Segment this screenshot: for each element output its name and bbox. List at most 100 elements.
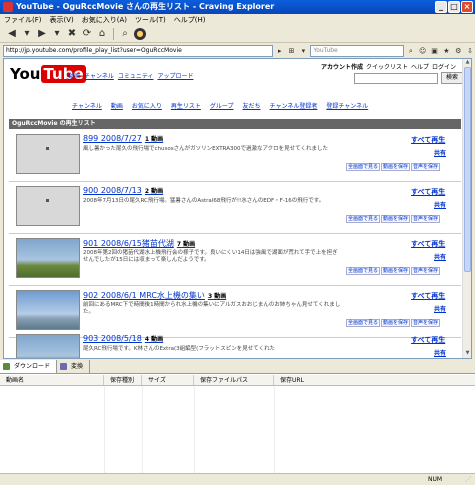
nav-videos[interactable]: 動画: [68, 71, 80, 80]
create-account-link[interactable]: アカウント作成: [321, 62, 363, 71]
subnav-subscribers[interactable]: チャンネル登録者: [270, 101, 318, 110]
playlist-title-link[interactable]: 903 2008/5/18 4 動画: [83, 334, 163, 343]
settings-icon[interactable]: ⚙: [453, 46, 463, 56]
playlist-item: 903 2008/5/18 4 動画 尾久RC飛行場です。K林さんのExtra(3…: [9, 331, 461, 358]
video-thumbnail[interactable]: [16, 334, 80, 358]
playlist-title-link[interactable]: 901 2008/6/15猪苗代湖 7 動画: [83, 238, 195, 249]
favorite-icon[interactable]: ★: [441, 46, 451, 56]
menu-tools[interactable]: ツール(T): [135, 14, 166, 26]
playlist-title-link[interactable]: 899 2008/7/27 1 動画: [83, 134, 163, 143]
site-search-button[interactable]: 検索: [441, 72, 463, 84]
column-save-type[interactable]: 保存種別: [104, 375, 142, 385]
menu-view[interactable]: 表示(V): [50, 14, 74, 26]
app-icon: [3, 2, 13, 12]
feed-icon[interactable]: ⊞: [287, 46, 297, 56]
dropdown-icon[interactable]: ▾: [51, 28, 63, 40]
save-audio-button[interactable]: 音声を保存: [411, 267, 441, 275]
go-icon[interactable]: ▸: [275, 46, 285, 56]
save-video-button[interactable]: 動画を保存: [381, 215, 411, 223]
nav-community[interactable]: コミュニティ: [118, 71, 154, 80]
user-icon[interactable]: ☺: [418, 46, 428, 56]
nav-channels[interactable]: チャンネル: [84, 71, 114, 80]
subnav-channel[interactable]: チャンネル: [72, 101, 102, 110]
video-thumbnail[interactable]: [16, 290, 80, 330]
play-all-link[interactable]: すべて再生: [411, 135, 445, 145]
column-size[interactable]: サイズ: [142, 375, 194, 385]
browser-content: You Tube 動画 チャンネル コミュニティ アップロード アカウント作成 ク…: [3, 58, 472, 359]
nav-upload[interactable]: アップロード: [157, 71, 193, 80]
subnav-friends[interactable]: 友だち: [243, 101, 261, 110]
video-thumbnail[interactable]: [16, 134, 80, 174]
stop-icon[interactable]: ✖: [66, 28, 78, 40]
subnav-favorites[interactable]: お気に入り: [132, 101, 162, 110]
subnav-videos[interactable]: 動画: [111, 101, 123, 110]
share-link[interactable]: 共有: [434, 252, 446, 261]
column-video-name[interactable]: 動画名: [0, 375, 104, 385]
site-search-input[interactable]: [354, 73, 438, 84]
quicklist-link[interactable]: クイックリスト: [366, 62, 408, 71]
share-link[interactable]: 共有: [434, 200, 446, 209]
play-all-link[interactable]: すべて再生: [411, 291, 445, 301]
tab-download[interactable]: ダウンロード: [0, 360, 58, 373]
search-icon[interactable]: ⌕: [119, 28, 131, 40]
video-thumbnail[interactable]: [16, 186, 80, 226]
resize-grip-icon[interactable]: ⋰: [465, 476, 473, 484]
forward-icon[interactable]: ▶: [36, 28, 48, 40]
download-table-header: 動画名 保存種別 サイズ 保存ファイルパス 保存URL: [0, 375, 475, 386]
maximize-button[interactable]: □: [448, 1, 460, 13]
play-all-link[interactable]: すべて再生: [411, 335, 445, 345]
video-actions: 全画面で見る 動画を保存 音声を保存: [345, 319, 441, 327]
scroll-down-icon[interactable]: ▼: [463, 350, 471, 358]
download-icon[interactable]: ⇩: [465, 46, 475, 56]
fullscreen-button[interactable]: 全画面で見る: [346, 267, 381, 275]
column-save-url[interactable]: 保存URL: [274, 375, 475, 385]
playlist-title-link[interactable]: 902 2008/6/1 MRC水上機の集い 3 動画: [83, 290, 226, 301]
dropdown-icon[interactable]: ▾: [299, 46, 309, 56]
menu-help[interactable]: ヘルプ(H): [174, 14, 206, 26]
fullscreen-button[interactable]: 全画面で見る: [346, 319, 381, 327]
dropdown-icon[interactable]: ▾: [21, 28, 33, 40]
help-link[interactable]: ヘルプ: [411, 62, 429, 71]
login-link[interactable]: ログイン: [432, 62, 456, 71]
refresh-icon[interactable]: ⟳: [81, 28, 93, 40]
save-video-button[interactable]: 動画を保存: [381, 319, 411, 327]
channel-icon[interactable]: ▣: [430, 46, 440, 56]
share-link[interactable]: 共有: [434, 304, 446, 313]
save-audio-button[interactable]: 音声を保存: [411, 163, 441, 171]
back-icon[interactable]: ◀: [6, 28, 18, 40]
home-icon[interactable]: ⌂: [96, 28, 108, 40]
save-video-button[interactable]: 動画を保存: [381, 163, 411, 171]
toolbar-separator: [113, 28, 114, 40]
subnav-subscriptions[interactable]: 登録チャンネル: [326, 101, 368, 110]
fullscreen-button[interactable]: 全画面で見る: [346, 215, 381, 223]
playlist-description: 2008年7月13日の尾久RC飛行場。猛暑さんのAstral68飛行が!!水さん…: [83, 198, 325, 204]
scrollbar-thumb[interactable]: [464, 67, 471, 272]
share-link[interactable]: 共有: [434, 148, 446, 157]
play-all-link[interactable]: すべて再生: [411, 187, 445, 197]
save-audio-button[interactable]: 音声を保存: [411, 319, 441, 327]
save-video-button[interactable]: 動画を保存: [381, 267, 411, 275]
playlist-title-link[interactable]: 900 2008/7/13 2 動画: [83, 186, 163, 195]
fullscreen-button[interactable]: 全画面で見る: [346, 163, 381, 171]
menu-file[interactable]: ファイル(F): [4, 14, 42, 26]
play-all-link[interactable]: すべて再生: [411, 239, 445, 249]
media-icon[interactable]: ●: [134, 28, 146, 40]
scroll-up-icon[interactable]: ▲: [463, 59, 471, 67]
search-icon[interactable]: ⌕: [406, 46, 416, 56]
minimize-button[interactable]: _: [435, 1, 447, 13]
playlist-item: 900 2008/7/13 2 動画 2008年7月13日の尾久RC飛行場。猛暑さ…: [9, 183, 461, 234]
subnav-groups[interactable]: グループ: [210, 101, 234, 110]
column-save-path[interactable]: 保存ファイルパス: [194, 375, 274, 385]
video-actions: 全画面で見る 動画を保存 音声を保存: [345, 215, 441, 223]
search-input[interactable]: YouTube: [310, 44, 404, 57]
account-links: アカウント作成 クイックリスト ヘルプ ログイン: [321, 62, 456, 71]
subnav-playlists[interactable]: 再生リスト: [171, 101, 201, 110]
share-link[interactable]: 共有: [434, 348, 446, 357]
address-input[interactable]: http://jp.youtube.com/profile_play_list?…: [3, 44, 273, 57]
close-button[interactable]: ×: [461, 1, 473, 13]
save-audio-button[interactable]: 音声を保存: [411, 215, 441, 223]
tab-convert[interactable]: 変換: [57, 360, 91, 373]
video-thumbnail[interactable]: [16, 238, 80, 278]
vertical-scrollbar[interactable]: ▲ ▼: [462, 59, 471, 358]
menu-favorites[interactable]: お気に入り(A): [82, 14, 127, 26]
